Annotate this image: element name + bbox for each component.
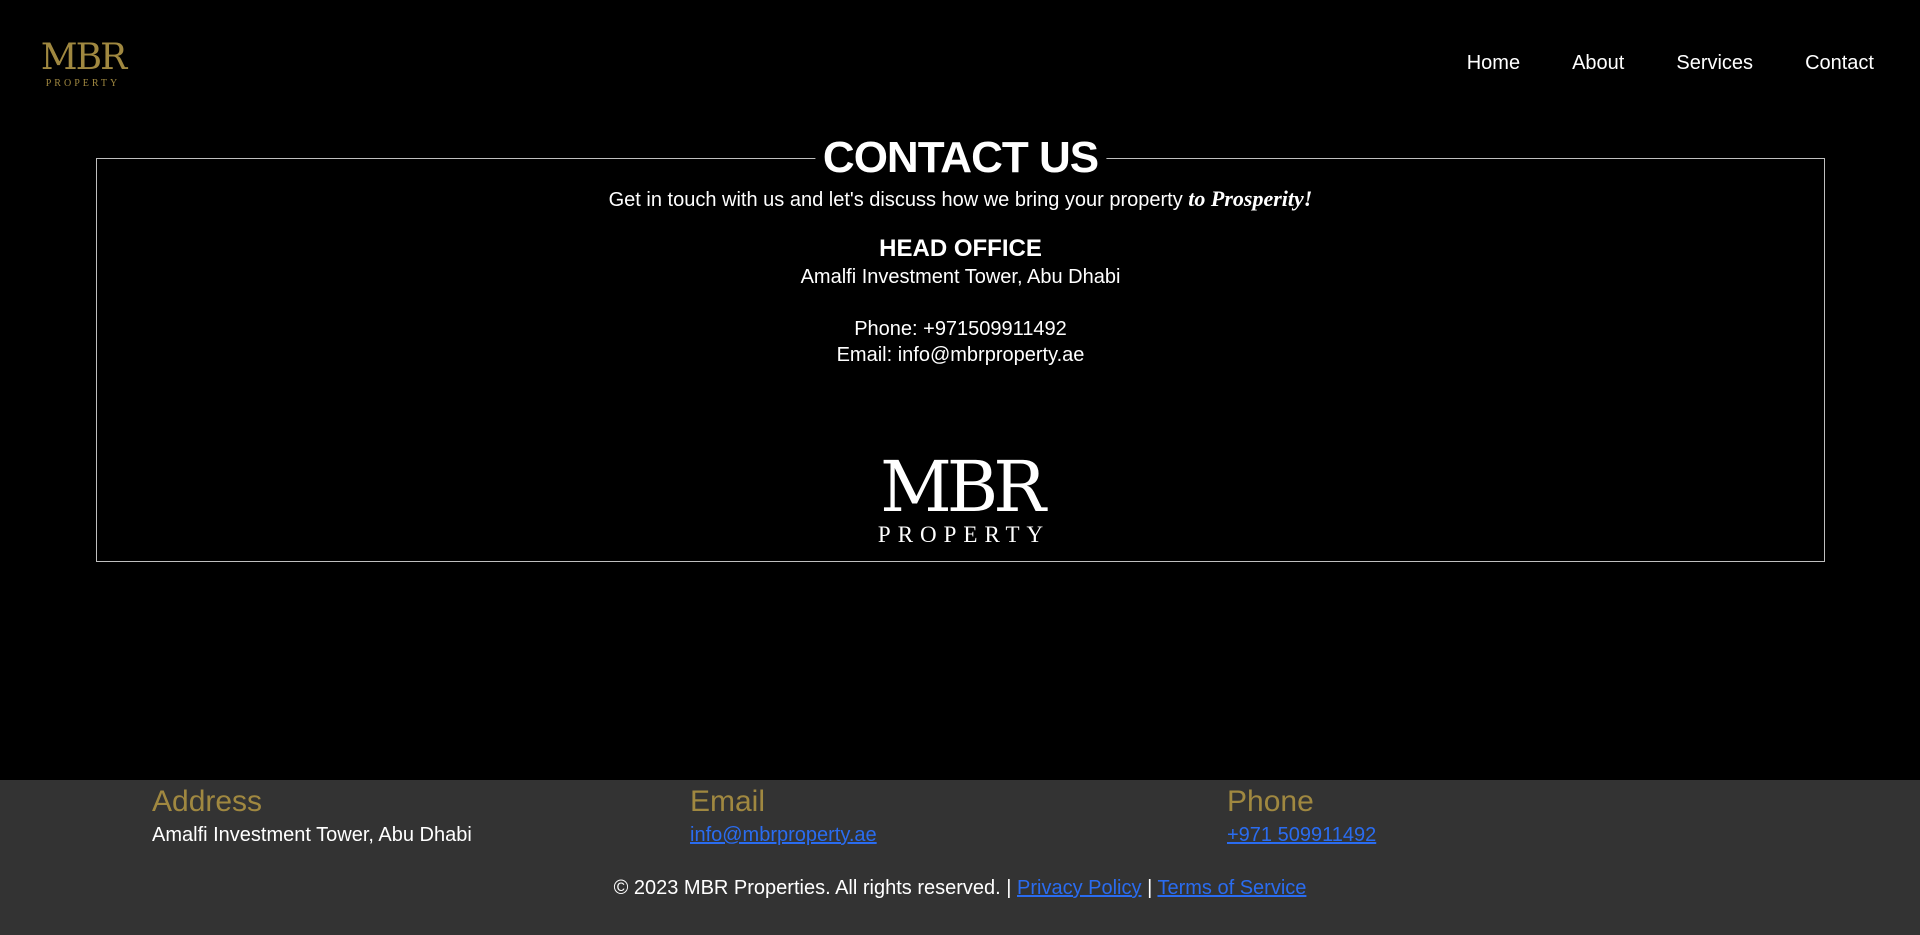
tagline-text: Get in touch with us and let's discuss h…	[608, 189, 1183, 211]
contact-tagline: Get in touch with us and let's discuss h…	[97, 186, 1824, 213]
nav-contact-link[interactable]: Contact	[1805, 50, 1874, 76]
main-nav: Home About Services Contact	[1467, 50, 1874, 76]
site-footer: Address Amalfi Investment Tower, Abu Dha…	[0, 780, 1920, 935]
nav-about-link[interactable]: About	[1572, 50, 1624, 76]
contact-details: Get in touch with us and let's discuss h…	[97, 186, 1824, 368]
footer-copyright: © 2023 MBR Properties. All rights reserv…	[0, 875, 1920, 901]
footer-email-heading: Email	[690, 785, 766, 818]
footer-address-column: Address Amalfi Investment Tower, Abu Dha…	[152, 784, 472, 848]
contact-phone: Phone: +971509911492	[854, 318, 1067, 340]
logo-mark: MBR	[40, 37, 127, 78]
contact-email: Email: info@mbrproperty.ae	[836, 344, 1085, 366]
nav-services-link[interactable]: Services	[1676, 50, 1753, 76]
head-office-address: Amalfi Investment Tower, Abu Dhabi	[800, 266, 1121, 288]
nav-home-link[interactable]: Home	[1467, 50, 1520, 76]
footer-email-column: Email info@mbrproperty.ae	[690, 784, 877, 848]
footer-separator: |	[1147, 877, 1153, 899]
contact-logo: MBR PROPERTY	[871, 446, 1051, 548]
footer-address-value: Amalfi Investment Tower, Abu Dhabi	[152, 824, 472, 846]
contact-section: CONTACT US Get in touch with us and let'…	[96, 133, 1825, 562]
head-office-heading: HEAD OFFICE	[879, 235, 1042, 262]
privacy-policy-link[interactable]: Privacy Policy	[1017, 877, 1141, 899]
logo-wordmark: PROPERTY	[45, 78, 121, 89]
footer-email-link[interactable]: info@mbrproperty.ae	[690, 822, 877, 848]
footer-phone-column: Phone +971 509911492	[1227, 784, 1376, 848]
contact-logo-mark: MBR	[880, 446, 1046, 528]
site-header: MBR PROPERTY Home About Services Contact	[0, 0, 1920, 125]
footer-address-heading: Address	[152, 785, 263, 818]
copyright-text: © 2023 MBR Properties. All rights reserv…	[613, 877, 1012, 899]
tagline-emphasis: to Prosperity!	[1188, 186, 1313, 211]
contact-logo-wordmark: PROPERTY	[877, 522, 1051, 547]
contact-title: CONTACT US	[814, 133, 1107, 183]
header-logo[interactable]: MBR PROPERTY	[40, 37, 127, 90]
footer-phone-heading: Phone	[1227, 785, 1314, 818]
terms-of-service-link[interactable]: Terms of Service	[1157, 877, 1306, 899]
footer-phone-link[interactable]: +971 509911492	[1227, 822, 1376, 848]
